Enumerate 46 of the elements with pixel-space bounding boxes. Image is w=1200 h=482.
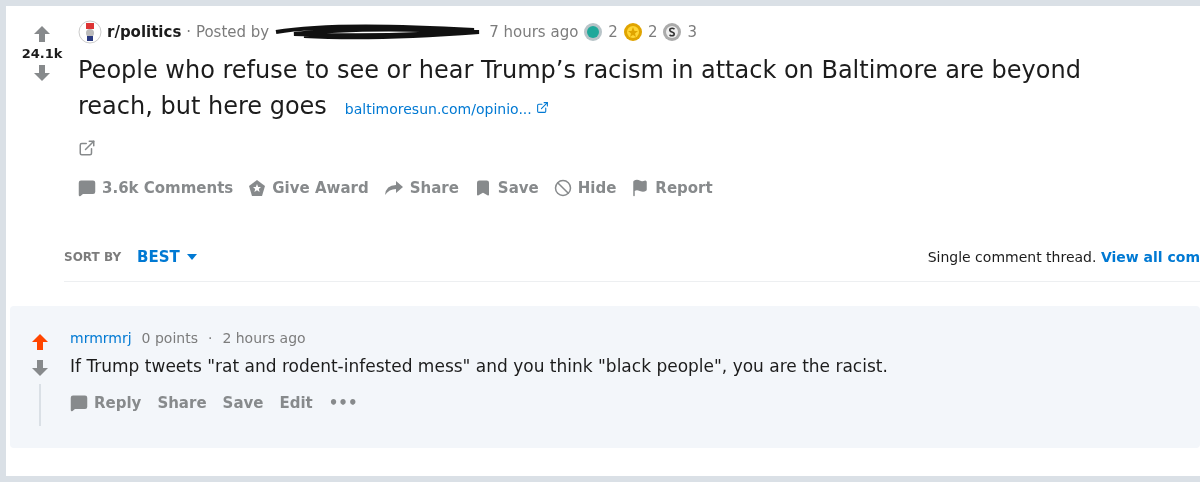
caret-icon	[185, 253, 198, 261]
award-count: 2	[647, 23, 658, 41]
upvote-button[interactable]	[32, 24, 52, 44]
subreddit-link[interactable]: r/politics	[107, 23, 182, 41]
posted-by-label: · Posted by	[186, 23, 270, 41]
subreddit-avatar	[78, 20, 102, 44]
comment-text: If Trump tweets "rat and rodent-infested mess" and you think "black people", you are the racist.	[70, 356, 888, 376]
coin-icon	[662, 21, 683, 43]
comment-action-button[interactable]: Share	[157, 394, 207, 412]
report-button[interactable]: Report	[631, 179, 713, 197]
star-medal-icon	[622, 21, 643, 43]
award-count: 2	[608, 23, 618, 41]
comment-time: 2 hours ago	[222, 330, 306, 346]
post-time: 7 hours ago	[489, 23, 579, 41]
upvote-button[interactable]	[30, 332, 50, 352]
share-button[interactable]: Share	[383, 179, 459, 197]
sort-dropdown[interactable]: BEST	[131, 247, 204, 267]
hide-icon	[553, 179, 572, 197]
view-all-link[interactable]: View all com	[1100, 249, 1200, 265]
more-button[interactable]: •••	[328, 394, 358, 412]
comment-icon	[70, 394, 88, 412]
external-link-icon[interactable]	[78, 139, 96, 157]
award-count: 3	[687, 23, 697, 41]
external-link-icon	[535, 101, 549, 114]
save-button[interactable]: Save	[473, 179, 539, 197]
vote-score: 24.1k	[21, 46, 63, 61]
sort-label: SORT BY	[64, 250, 122, 264]
downvote-button[interactable]	[30, 358, 50, 378]
comment-points: 0 points	[141, 330, 198, 346]
post-title[interactable]: People who refuse to see or hear Trump’s racism in attack on Baltimore are beyond reach, but here goes baltimoresun.com/opinio...	[78, 52, 1128, 127]
medal-icon	[583, 21, 604, 43]
comments-button[interactable]: 3.6k Comments	[78, 179, 234, 197]
hide-button[interactable]: Hide	[553, 179, 617, 197]
downvote-button[interactable]	[32, 63, 52, 83]
reply-button[interactable]: Reply	[70, 394, 142, 412]
award-button[interactable]: Give Award	[248, 179, 369, 197]
meta-separator: ·	[207, 330, 213, 346]
thread-notice: Single comment thread. View all com	[927, 249, 1200, 265]
award-icon	[248, 179, 267, 197]
flag-icon	[631, 179, 650, 197]
link-domain[interactable]: baltimoresun.com/opinio...	[344, 101, 549, 117]
comment-action-button[interactable]: Save	[222, 394, 264, 412]
comment-author[interactable]: mrmrmrj	[70, 330, 132, 346]
comment-action-button[interactable]: Edit	[279, 394, 313, 412]
share-icon	[383, 180, 404, 196]
comment-icon	[78, 179, 96, 197]
